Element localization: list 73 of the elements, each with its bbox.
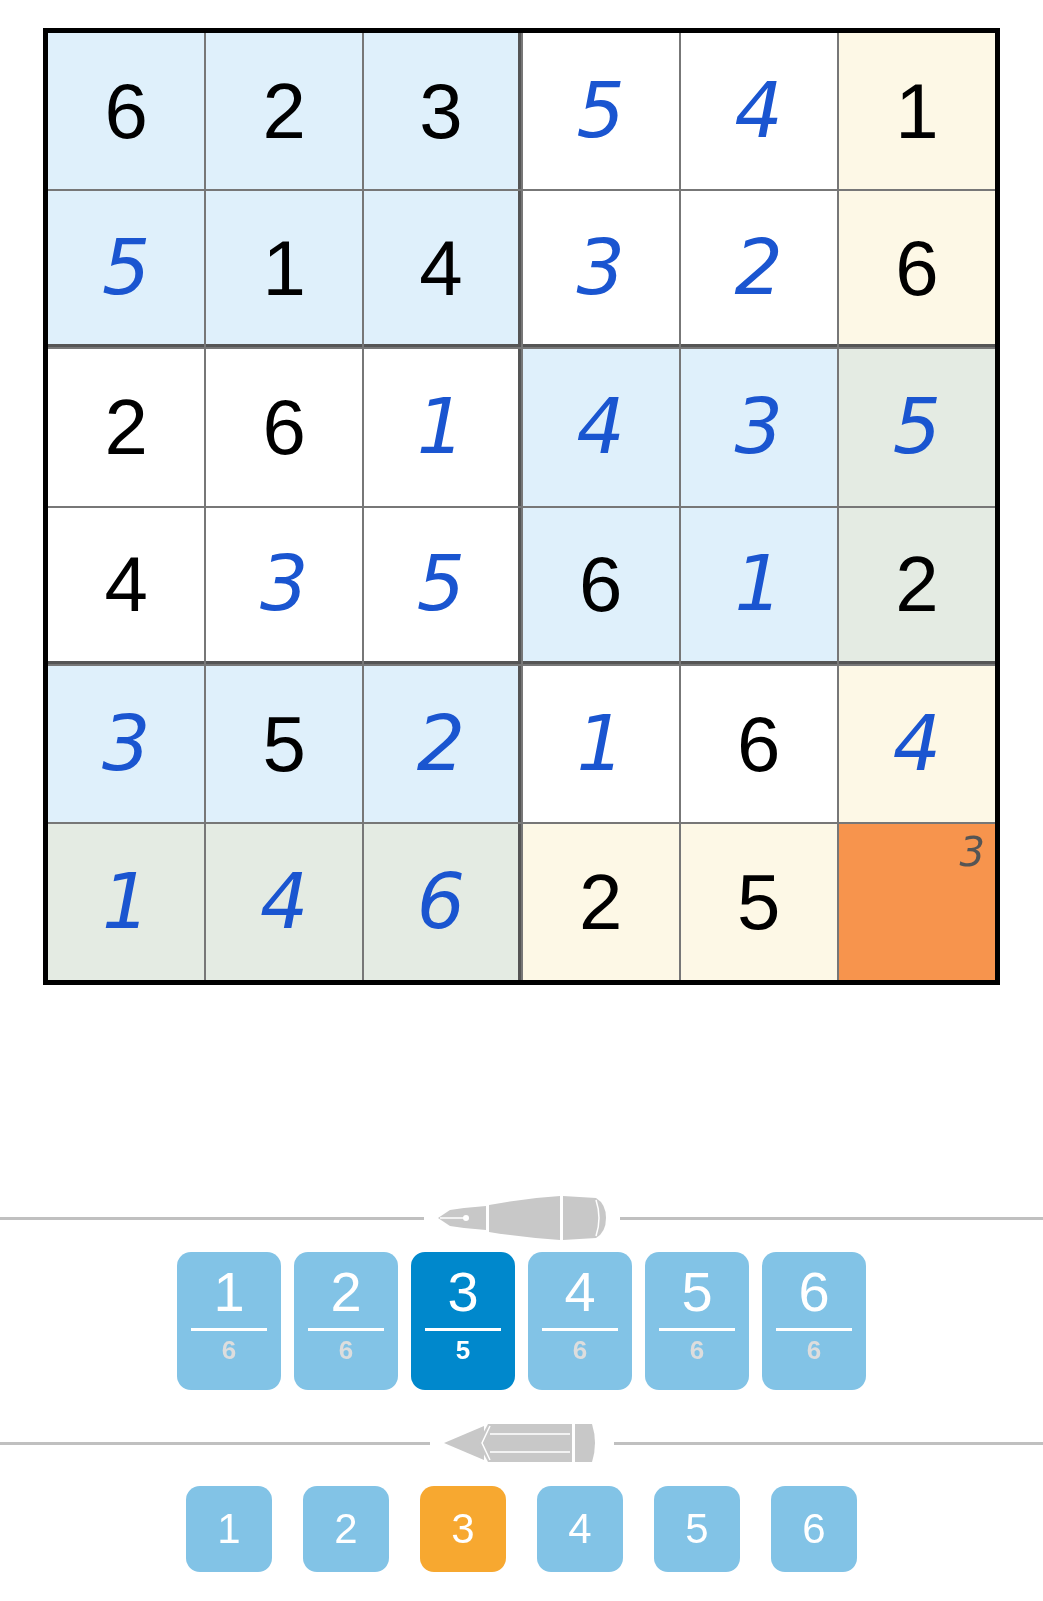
grid-cell[interactable]: 2 <box>522 823 679 980</box>
entered-digit: 3 <box>101 705 151 782</box>
grid-cell[interactable]: 1 <box>522 665 679 822</box>
entered-digit: 5 <box>892 389 942 466</box>
entered-digit: 4 <box>734 73 783 150</box>
grid-cell[interactable]: 4 <box>364 191 521 348</box>
entered-digit: 3 <box>260 546 309 623</box>
grid-cell[interactable]: 2 <box>48 349 205 506</box>
grid-cell[interactable]: 6 <box>522 507 679 664</box>
given-digit: 6 <box>262 388 306 467</box>
given-digit: 2 <box>262 72 306 151</box>
grid-cell[interactable]: 4 <box>838 665 995 822</box>
given-digit: 5 <box>737 862 781 941</box>
entered-digit: 2 <box>734 229 783 306</box>
grid-cell[interactable]: 5 <box>838 349 995 506</box>
grid-cell[interactable]: 5 <box>522 33 679 190</box>
grid-cell[interactable]: 4 <box>680 33 837 190</box>
grid-cell[interactable]: 3 <box>364 33 521 190</box>
grid-cell[interactable]: 2 <box>364 665 521 822</box>
entered-digit: 2 <box>416 705 466 782</box>
grid-cell[interactable]: 4 <box>48 507 205 664</box>
given-digit: 2 <box>104 388 148 467</box>
grid-cell[interactable]: 2 <box>838 507 995 664</box>
given-digit: 2 <box>578 862 623 941</box>
entered-digit: 1 <box>576 705 625 782</box>
grid-cell[interactable]: 1 <box>838 33 995 190</box>
given-digit: 4 <box>104 545 148 624</box>
grid-cell[interactable]: 3 <box>680 349 837 506</box>
grid-cell[interactable]: 5 <box>680 823 837 980</box>
entered-digit: 1 <box>416 389 466 466</box>
grid-cell[interactable]: 5 <box>364 507 521 664</box>
given-digit: 5 <box>262 704 306 783</box>
grid-cell[interactable]: 1 <box>48 823 205 980</box>
entered-digit: 1 <box>101 863 151 940</box>
entered-digit: 6 <box>416 863 466 940</box>
grid-cell[interactable]: 2 <box>680 191 837 348</box>
grid-cell[interactable]: 3 <box>838 823 995 980</box>
grid-cell[interactable]: 1 <box>206 191 363 348</box>
given-digit: 6 <box>895 228 939 307</box>
given-digit: 3 <box>419 72 463 151</box>
entered-digit: 5 <box>576 73 625 150</box>
grid-cell[interactable]: 3 <box>206 507 363 664</box>
entered-digit: 4 <box>892 705 942 782</box>
grid-cell[interactable]: 6 <box>838 191 995 348</box>
grid-cell[interactable]: 3 <box>48 665 205 822</box>
grid-cell[interactable]: 6 <box>48 33 205 190</box>
given-digit: 2 <box>895 545 939 624</box>
given-digit: 6 <box>737 704 781 783</box>
grid-cell[interactable]: 2 <box>206 33 363 190</box>
entered-digit: 5 <box>101 229 151 306</box>
given-digit: 1 <box>262 228 306 307</box>
entered-digit: 3 <box>576 229 625 306</box>
given-digit: 1 <box>895 72 939 151</box>
given-digit: 6 <box>578 545 623 624</box>
grid-cell[interactable]: 5 <box>206 665 363 822</box>
grid-cell[interactable]: 5 <box>48 191 205 348</box>
given-digit: 4 <box>419 228 463 307</box>
entered-digit: 4 <box>260 863 309 940</box>
grid-cell[interactable]: 4 <box>206 823 363 980</box>
given-digit: 6 <box>104 72 148 151</box>
grid-cell[interactable]: 6 <box>206 349 363 506</box>
grid-cell[interactable]: 4 <box>522 349 679 506</box>
entered-digit: 5 <box>416 546 466 623</box>
grid-cell[interactable]: 3 <box>522 191 679 348</box>
entered-digit: 1 <box>734 546 783 623</box>
entered-digit: 4 <box>576 389 625 466</box>
grid-cell[interactable]: 6 <box>680 665 837 822</box>
grid-cell[interactable]: 1 <box>680 507 837 664</box>
digit-key[interactable]: 3 5 <box>411 1252 515 1390</box>
pencil-note: 3 <box>959 831 985 872</box>
grid-cell[interactable]: 1 <box>364 349 521 506</box>
entered-digit: 3 <box>734 389 783 466</box>
grid-cell[interactable]: 6 <box>364 823 521 980</box>
